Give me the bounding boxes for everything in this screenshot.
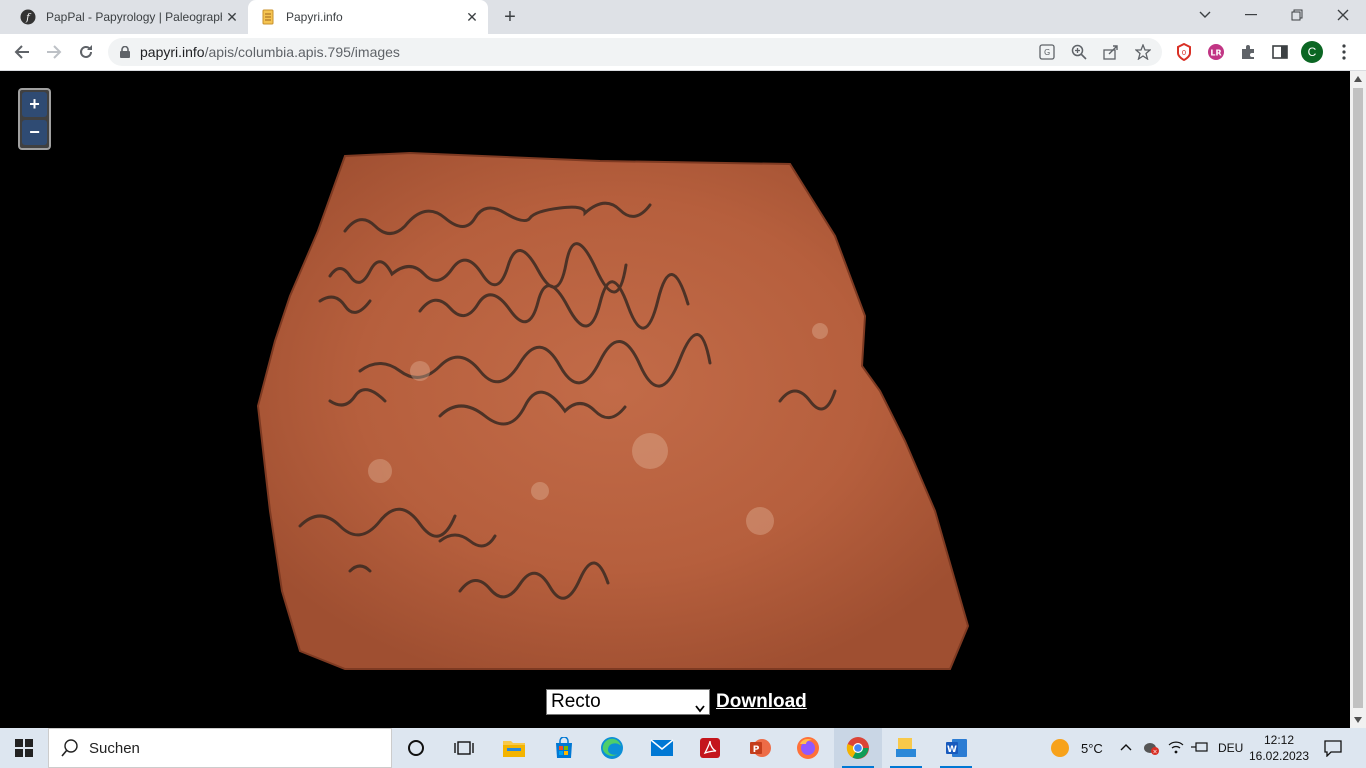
pappal-favicon-icon: f xyxy=(20,9,36,25)
zoom-control: + − xyxy=(18,88,51,150)
extensions-puzzle-icon[interactable] xyxy=(1238,42,1258,62)
extension-red-icon[interactable]: 0 xyxy=(1174,42,1194,62)
close-window-icon[interactable] xyxy=(1320,0,1366,30)
svg-text:LR: LR xyxy=(1210,49,1221,58)
close-tab-icon[interactable]: ✕ xyxy=(462,7,482,27)
restore-icon[interactable] xyxy=(1274,0,1320,30)
extension-purple-icon[interactable]: LR xyxy=(1206,42,1226,62)
tab-pappal[interactable]: f PapPal - Papyrology | Paleograph ✕ xyxy=(8,0,248,34)
firefox-icon[interactable] xyxy=(784,728,832,768)
acrobat-icon[interactable] xyxy=(686,728,734,768)
profile-avatar[interactable]: C xyxy=(1301,41,1323,63)
tab-search-icon[interactable] xyxy=(1182,0,1228,30)
vertical-scrollbar[interactable] xyxy=(1350,71,1366,728)
search-placeholder: Suchen xyxy=(89,739,140,757)
input-language[interactable]: DEU xyxy=(1218,741,1243,755)
weather-temp[interactable]: 5°C xyxy=(1081,741,1103,756)
file-explorer-window-icon[interactable] xyxy=(882,728,930,768)
share-icon[interactable] xyxy=(1102,43,1120,61)
taskbar-search-input[interactable]: Suchen xyxy=(48,728,392,768)
wifi-icon[interactable] xyxy=(1168,740,1184,757)
microsoft-store-icon[interactable] xyxy=(540,728,588,768)
clock-date: 16.02.2023 xyxy=(1248,749,1310,763)
tab-title: Papyri.info xyxy=(286,10,343,24)
url-host: papyri.info xyxy=(140,44,205,60)
search-icon xyxy=(61,739,79,757)
new-tab-button[interactable]: + xyxy=(498,5,522,29)
side-panel-icon[interactable] xyxy=(1270,42,1290,62)
scrollbar-thumb[interactable] xyxy=(1353,88,1363,708)
svg-text:0: 0 xyxy=(1182,49,1186,57)
svg-text:W: W xyxy=(947,745,957,755)
system-clock[interactable]: 12:12 16.02.2023 xyxy=(1248,732,1310,764)
chevron-down-icon xyxy=(695,697,705,719)
download-link[interactable]: Download xyxy=(716,691,807,713)
minimize-icon[interactable] xyxy=(1228,0,1274,30)
task-view-icon[interactable] xyxy=(440,728,488,768)
browser-toolbar: papyri.info/apis/columbia.apis.795/image… xyxy=(0,34,1366,71)
svg-text:P: P xyxy=(753,745,760,755)
scroll-up-arrow-icon[interactable] xyxy=(1350,71,1366,87)
clock-time: 12:12 xyxy=(1263,733,1295,747)
forward-icon[interactable] xyxy=(40,38,68,66)
scroll-favicon-icon xyxy=(260,9,276,25)
bookmark-star-icon[interactable] xyxy=(1134,43,1152,61)
zoom-in-button[interactable]: + xyxy=(22,92,47,117)
scroll-down-arrow-icon[interactable] xyxy=(1350,712,1366,728)
url-path: /apis/columbia.apis.795/images xyxy=(204,44,400,60)
power-plug-icon[interactable] xyxy=(1190,740,1208,757)
image-viewer[interactable]: + − Recto Download xyxy=(0,71,1350,728)
close-tab-icon[interactable]: ✕ xyxy=(222,7,242,27)
tab-papyri[interactable]: Papyri.info ✕ xyxy=(248,0,488,34)
ostracon-image[interactable] xyxy=(0,71,1350,671)
zoom-icon[interactable] xyxy=(1070,43,1088,61)
file-explorer-icon[interactable] xyxy=(490,728,538,768)
tab-strip: f PapPal - Papyrology | Paleograph ✕ Pap… xyxy=(0,0,1366,34)
word-icon[interactable]: W xyxy=(932,728,980,768)
tab-title: PapPal - Papyrology | Paleograph xyxy=(46,10,222,24)
lock-icon[interactable] xyxy=(120,46,130,58)
zoom-out-button[interactable]: − xyxy=(22,120,47,145)
mail-icon[interactable] xyxy=(638,728,686,768)
chrome-icon[interactable] xyxy=(834,728,882,768)
reload-icon[interactable] xyxy=(72,38,100,66)
windows-taskbar: Suchen P W 5°C × DEU 12:12 16.02.2023 xyxy=(0,728,1366,768)
side-select[interactable]: Recto xyxy=(546,689,710,715)
back-icon[interactable] xyxy=(8,38,36,66)
svg-text:×: × xyxy=(1152,749,1157,756)
tray-overflow-chevron-icon[interactable] xyxy=(1120,740,1132,754)
windows-start-icon[interactable] xyxy=(0,728,48,768)
menu-kebab-icon[interactable] xyxy=(1334,42,1354,62)
svg-text:G: G xyxy=(1044,48,1050,57)
translate-icon[interactable]: G xyxy=(1038,43,1056,61)
meet-now-icon[interactable]: × xyxy=(1142,740,1160,759)
address-bar[interactable]: papyri.info/apis/columbia.apis.795/image… xyxy=(108,38,1162,66)
cortana-icon[interactable] xyxy=(392,728,440,768)
powerpoint-icon[interactable]: P xyxy=(736,728,784,768)
weather-sun-icon[interactable] xyxy=(1050,738,1070,761)
side-select-value: Recto xyxy=(551,691,601,712)
edge-browser-icon[interactable] xyxy=(588,728,636,768)
notification-icon[interactable] xyxy=(1324,739,1342,760)
image-controls: Recto Download xyxy=(546,689,807,715)
